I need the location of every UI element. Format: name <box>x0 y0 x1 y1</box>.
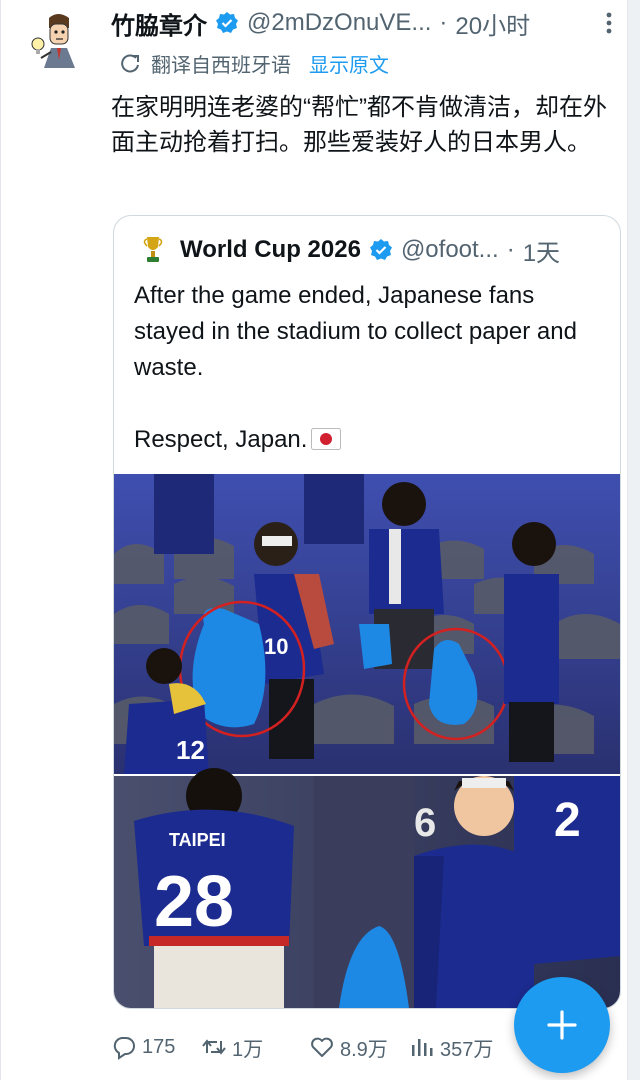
tweet-photo[interactable]: 10 12 2 6 TAIPEI 28 <box>114 474 620 1008</box>
separator-dot: · <box>506 236 515 263</box>
quoted-author-handle[interactable]: @ofoot... <box>401 236 499 264</box>
compose-button[interactable] <box>514 977 610 1073</box>
tweet-timestamp[interactable]: 20小时 <box>455 6 530 41</box>
retweet-button[interactable]: 1万 <box>201 1033 309 1062</box>
japan-flag-icon <box>311 428 342 450</box>
quoted-tweet[interactable]: World Cup 2026 @ofoot... · 1天 After the … <box>113 215 621 1009</box>
like-count: 8.9万 <box>340 1038 388 1061</box>
jersey-number: 28 <box>154 862 234 942</box>
tweet-author-row: 竹脇章介 @2mDzOnuVE... · 20小时 <box>111 6 621 40</box>
quoted-paragraph: After the game ended, Japanese fans stay… <box>134 282 577 381</box>
analytics-icon <box>412 1039 433 1056</box>
jersey-number: 12 <box>176 735 205 765</box>
separator-dot: · <box>439 9 448 36</box>
show-original-link[interactable]: 显示原文 <box>309 49 389 78</box>
retweet-count: 1万 <box>232 1038 264 1061</box>
retweet-icon <box>202 1039 226 1055</box>
reply-button[interactable]: 175 <box>111 1034 201 1060</box>
translate-icon <box>121 54 139 73</box>
verified-badge-icon <box>369 239 392 260</box>
more-options-icon[interactable] <box>599 10 619 36</box>
heart-icon <box>311 1037 333 1057</box>
jersey-number: 2 <box>554 794 581 847</box>
translation-row: 翻译自西班牙语 显示原文 <box>119 48 389 78</box>
quoted-author-name[interactable]: World Cup 2026 <box>180 236 361 264</box>
photo-top: 10 12 <box>114 474 620 774</box>
jersey-number: 10 <box>264 634 288 659</box>
tweet-actions: 175 1万 8.9万 357万 <box>111 1030 531 1064</box>
views-button[interactable]: 357万 <box>409 1033 509 1062</box>
jersey-name: TAIPEI <box>169 830 226 850</box>
like-button[interactable]: 8.9万 <box>309 1033 409 1062</box>
plus-icon <box>547 1010 577 1040</box>
reply-icon <box>113 1037 135 1060</box>
reply-count: 175 <box>142 1035 176 1058</box>
quoted-paragraph: Respect, Japan. <box>134 422 610 458</box>
photo-bottom: 2 6 TAIPEI 28 <box>114 768 620 1008</box>
jersey-number: 6 <box>414 801 436 845</box>
tweet-card[interactable]: 竹脇章介 @2mDzOnuVE... · 20小时 翻译自西班牙语 显示原文 在… <box>0 0 628 1080</box>
translated-from-label: 翻译自西班牙语 <box>151 54 291 77</box>
quoted-tweet-text: After the game ended, Japanese fans stay… <box>134 278 610 458</box>
trophy-icon <box>143 237 163 262</box>
avatar[interactable] <box>29 8 87 80</box>
quoted-author-row: World Cup 2026 @ofoot... · 1天 <box>142 230 612 270</box>
view-count: 357万 <box>440 1038 494 1061</box>
tweet-text: 在家明明连老婆的“帮忙”都不肯做清洁，却在外面主动抢着打扫。那些爱装好人的日本男… <box>111 94 607 156</box>
verified-badge-icon <box>216 12 238 33</box>
quoted-timestamp[interactable]: 1天 <box>523 233 560 268</box>
author-handle[interactable]: @2mDzOnuVE... <box>247 9 431 37</box>
author-name[interactable]: 竹脇章介 <box>111 6 207 41</box>
